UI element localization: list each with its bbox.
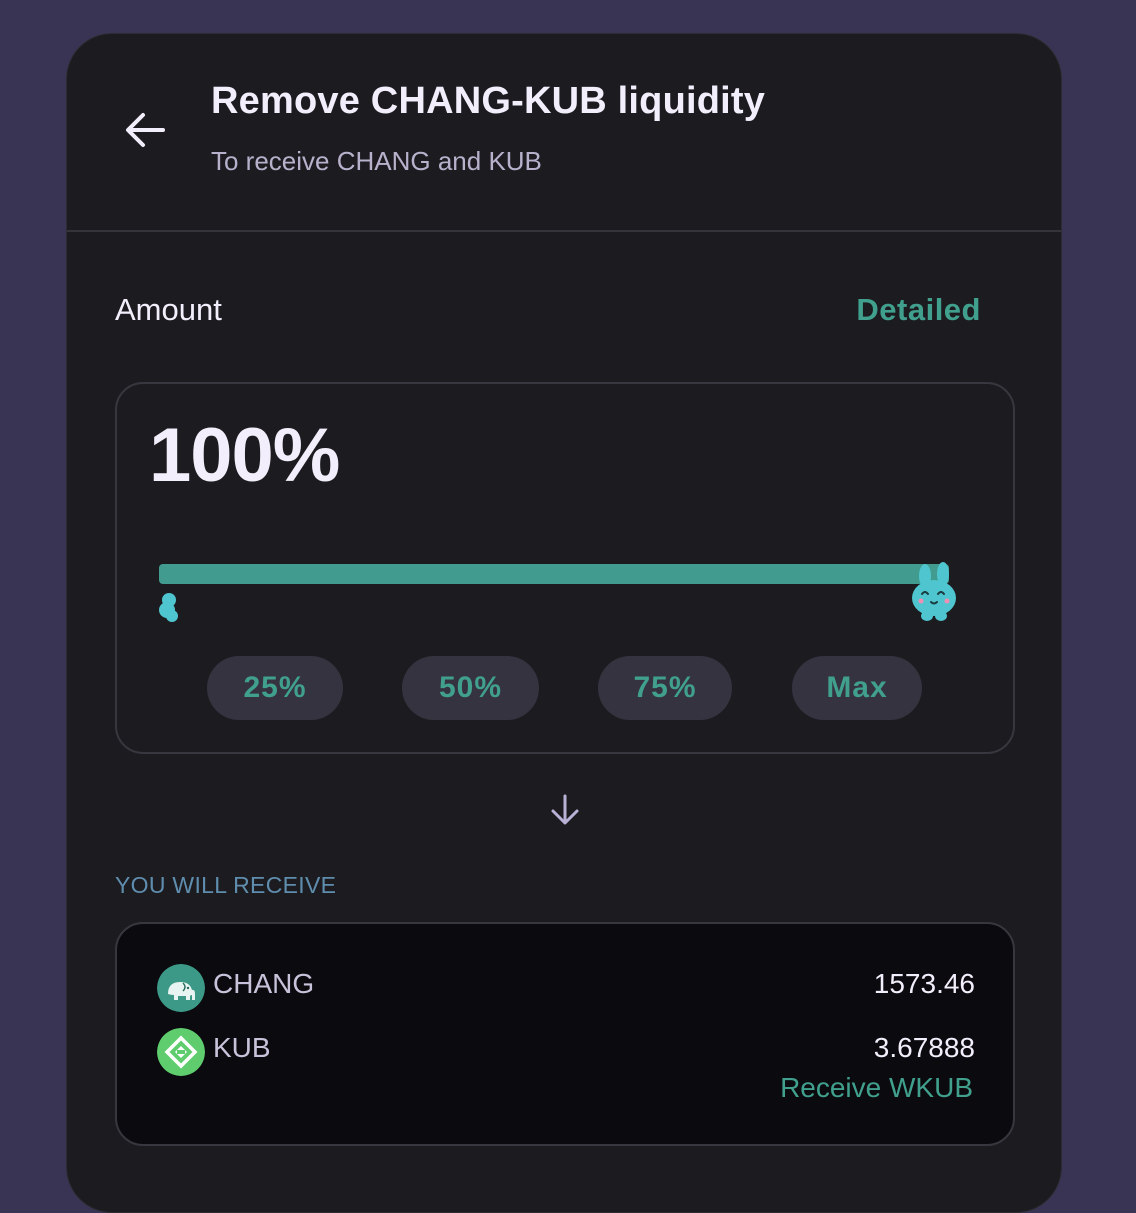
token-symbol: KUB — [213, 1032, 271, 1063]
elephant-icon — [157, 964, 205, 1012]
arrow-down-icon — [551, 794, 579, 825]
receive-wkub-link[interactable]: Receive WKUB — [780, 1072, 973, 1104]
card-header: Remove CHANG-KUB liquidity To receive CH… — [67, 34, 1061, 232]
kub-logo-icon — [157, 1028, 205, 1076]
token-symbol: CHANG — [213, 968, 315, 999]
preset-max-button[interactable]: Max — [792, 656, 922, 720]
token-row-chang: CHANG 1573.46 — [157, 964, 975, 1014]
token-amount: 3.67888 — [873, 1032, 975, 1063]
slider-fill — [159, 562, 956, 622]
preset-buttons: 25% 50% 75% Max — [117, 656, 1013, 720]
amount-slider[interactable] — [149, 534, 979, 622]
remove-liquidity-card: Remove CHANG-KUB liquidity To receive CH… — [66, 33, 1062, 1213]
page-title: Remove CHANG-KUB liquidity — [211, 80, 766, 122]
token-row-kub: KUB 3.67888 — [157, 1028, 975, 1078]
amount-panel: 100% 25% 50% 75% Max — [115, 382, 1015, 754]
page-subtitle: To receive CHANG and KUB — [211, 146, 542, 176]
tail-icon — [159, 593, 178, 622]
preset-50-button[interactable]: 50% — [402, 656, 539, 720]
bunny-slider-thumb-icon[interactable] — [905, 560, 965, 624]
receive-section-label: YOU WILL RECEIVE — [115, 872, 337, 898]
arrow-left-icon — [126, 113, 165, 147]
preset-75-button[interactable]: 75% — [598, 656, 732, 720]
back-button[interactable] — [119, 104, 171, 156]
percent-display: 100% — [149, 413, 340, 498]
amount-label: Amount — [115, 292, 222, 327]
slider-track[interactable] — [159, 562, 956, 622]
preset-25-button[interactable]: 25% — [207, 656, 343, 720]
receive-panel: CHANG 1573.46 KUB 3.67888 Receive WKUB — [115, 922, 1015, 1146]
token-amount: 1573.46 — [873, 968, 975, 999]
detailed-toggle[interactable]: Detailed — [856, 292, 981, 328]
